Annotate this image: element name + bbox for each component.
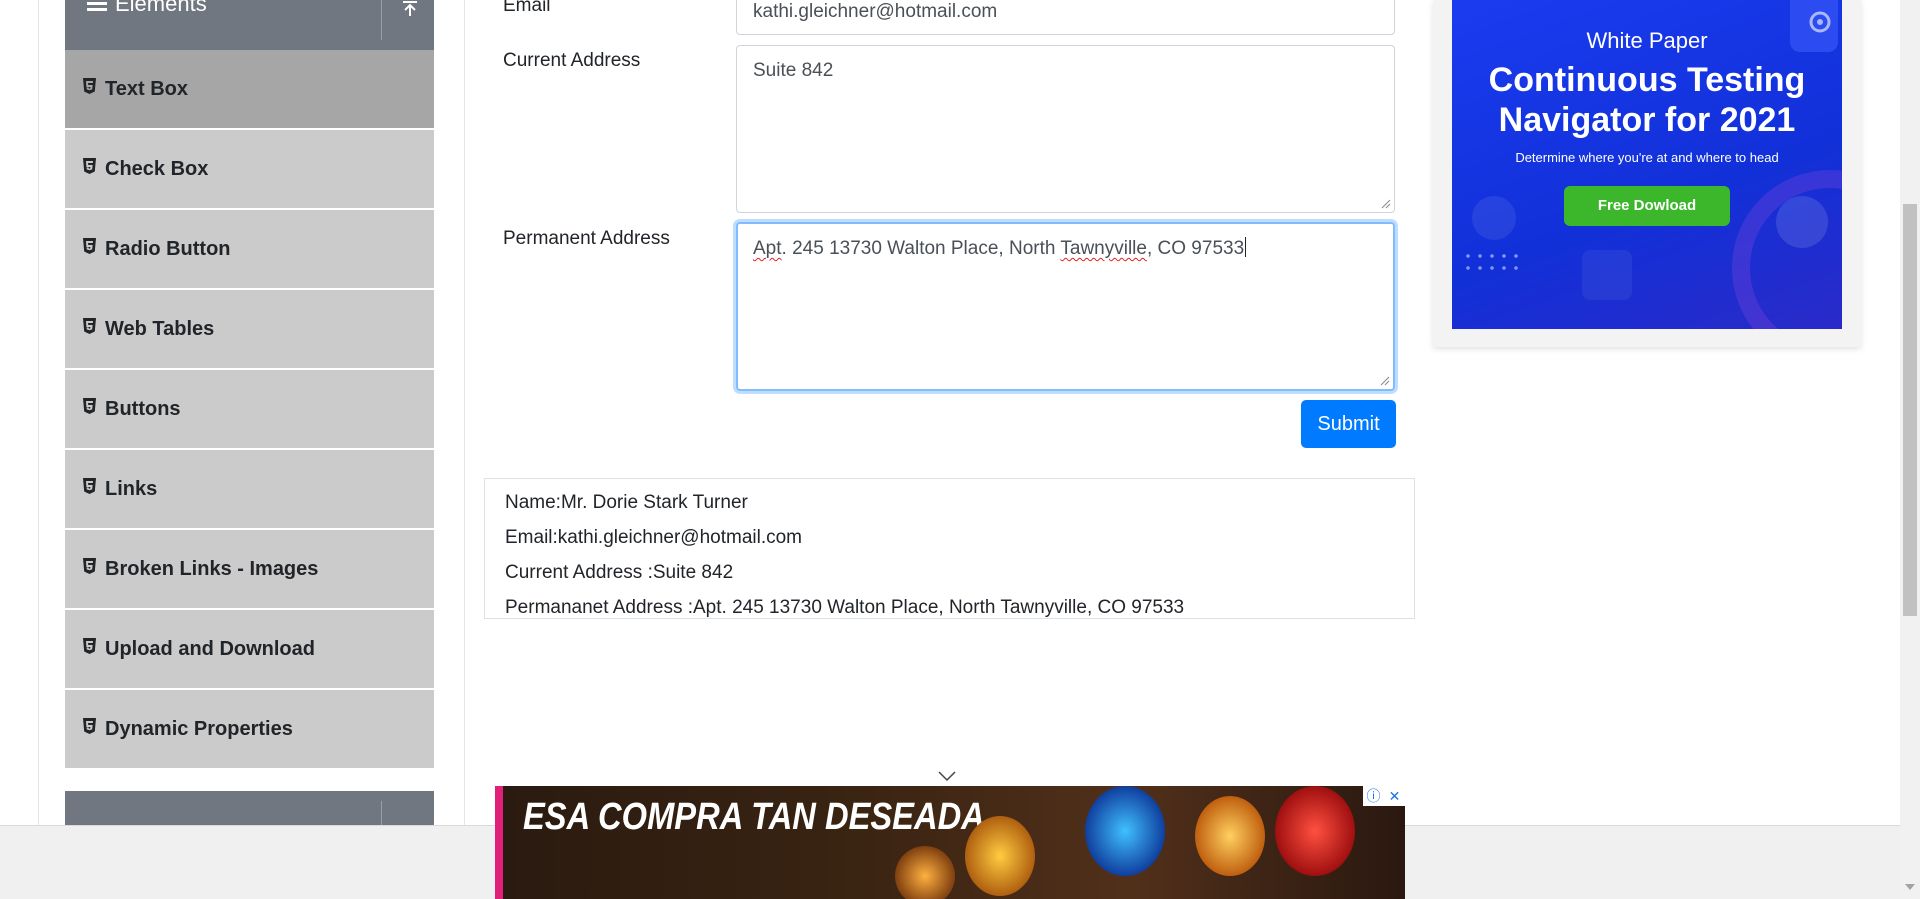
content-guide-line [464, 0, 465, 826]
email-field[interactable]: kathi.gleichner@hotmail.com [736, 0, 1395, 35]
html5-icon [83, 558, 96, 574]
sidebar-item-web-tables[interactable]: Web Tables [65, 290, 434, 370]
info-icon[interactable]: ⓘ [1363, 786, 1384, 806]
sidebar-item-broken-links-images[interactable]: Broken Links - Images [65, 530, 434, 610]
current-address-value: Suite 842 [753, 60, 834, 81]
rocket-icon [1776, 196, 1828, 248]
sidebar-item-check-box[interactable]: Check Box [65, 130, 434, 210]
sidebar-item-radio-button[interactable]: Radio Button [65, 210, 434, 290]
output-name: Name:Mr. Dorie Stark Turner [505, 492, 748, 513]
current-address-label: Current Address [503, 50, 641, 71]
permanent-address-field[interactable]: Apt. 245 13730 Walton Place, North Tawny… [736, 222, 1395, 391]
lamp-image [895, 846, 955, 899]
page-scrollbar[interactable] [1900, 0, 1920, 899]
scroll-thumb[interactable] [1903, 204, 1917, 616]
resize-grip-icon[interactable] [1380, 376, 1390, 386]
ad-decoration [1472, 196, 1516, 240]
sidebar-item-label: Web Tables [105, 317, 215, 340]
sidebar-item-links[interactable]: Links [65, 450, 434, 530]
output-email: Email:kathi.gleichner@hotmail.com [505, 527, 803, 548]
html5-icon [83, 478, 96, 494]
ad-dots [1462, 250, 1522, 270]
ad-decoration [1732, 170, 1842, 329]
sidebar-item-label: Check Box [105, 157, 209, 180]
html5-icon [83, 238, 96, 254]
chevron-down-icon[interactable] [937, 770, 957, 782]
output-permanent-address: Permananet Address :Apt. 245 13730 Walto… [505, 597, 1185, 618]
ad-headline: Continuous Testing Navigator for 2021 [1452, 60, 1842, 140]
left-guide-line [38, 0, 39, 826]
group-title-label: Elements [115, 0, 207, 16]
elements-group-header[interactable]: Elements [65, 0, 434, 50]
ad-headline-line2: Navigator for 2021 [1498, 101, 1796, 139]
group-title: Elements [65, 0, 207, 17]
lamp-image [965, 816, 1035, 896]
spellcheck-word: Tawnyville [1060, 238, 1147, 259]
ad-bottom-banner[interactable]: ESA COMPRA TAN DESEADA [495, 786, 1405, 899]
sidebar-item-dynamic-properties[interactable]: Dynamic Properties [65, 690, 434, 770]
lamp-image [1085, 786, 1165, 876]
html5-icon [83, 638, 96, 654]
lamp-image [1275, 786, 1355, 876]
address-text: , CO 97533 [1146, 238, 1245, 259]
html5-icon [83, 318, 96, 334]
spellcheck-word: Apt [753, 238, 782, 259]
permanent-address-label: Permanent Address [503, 228, 670, 249]
ad-right-banner[interactable]: White Paper Continuous Testing Navigator… [1452, 0, 1842, 329]
text-caret [1245, 237, 1247, 257]
ad-stripe [495, 786, 503, 899]
collapse-up-icon[interactable] [400, 0, 420, 20]
ad-bottom-headline: ESA COMPRA TAN DESEADA [523, 796, 985, 838]
email-label: Email [503, 0, 551, 16]
sidebar-item-buttons[interactable]: Buttons [65, 370, 434, 450]
ad-subtext: Determine where you're at and where to h… [1515, 150, 1779, 165]
sidebar-item-text-box[interactable]: Text Box [65, 50, 434, 130]
hamburger-icon [87, 0, 107, 12]
header-divider [381, 0, 382, 40]
close-icon[interactable]: ✕ [1384, 786, 1405, 806]
sidebar-item-label: Links [105, 477, 158, 500]
lamp-image [1195, 796, 1265, 876]
ad-headline-line1: Continuous Testing [1488, 61, 1806, 99]
submit-button[interactable]: Submit [1301, 400, 1396, 448]
next-group-header[interactable] [65, 791, 434, 826]
output-current-address: Current Address :Suite 842 [505, 562, 734, 583]
scroll-down-arrow-icon[interactable] [1905, 884, 1915, 890]
page: Elements Text Box Check Box Radio Button… [0, 0, 1920, 899]
html5-icon [83, 78, 96, 94]
sidebar-item-label: Buttons [105, 397, 181, 420]
sidebar-item-label: Text Box [105, 77, 188, 100]
html5-icon [83, 398, 96, 414]
header-divider [381, 801, 382, 826]
sidebar-item-label: Upload and Download [105, 637, 315, 660]
current-address-field[interactable]: Suite 842 [736, 45, 1395, 213]
html5-icon [83, 718, 96, 734]
html5-icon [83, 158, 96, 174]
sidebar-item-label: Dynamic Properties [105, 717, 293, 740]
output-box: Name:Mr. Dorie Stark Turner Email:kathi.… [484, 478, 1415, 619]
ad-decoration [1582, 250, 1632, 300]
ad-kicker: White Paper [1586, 28, 1708, 53]
ad-cta-button[interactable]: Free Dowload [1564, 186, 1730, 226]
sidebar-item-label: Radio Button [105, 237, 231, 260]
ad-close-controls[interactable]: ⓘ ✕ [1363, 786, 1405, 806]
resize-grip-icon[interactable] [1381, 199, 1391, 209]
sidebar-item-label: Broken Links - Images [105, 557, 319, 580]
address-text: . 245 13730 Walton Place, North [781, 238, 1061, 259]
sidebar: Elements Text Box Check Box Radio Button… [65, 0, 434, 770]
sidebar-item-upload-and-download[interactable]: Upload and Download [65, 610, 434, 690]
